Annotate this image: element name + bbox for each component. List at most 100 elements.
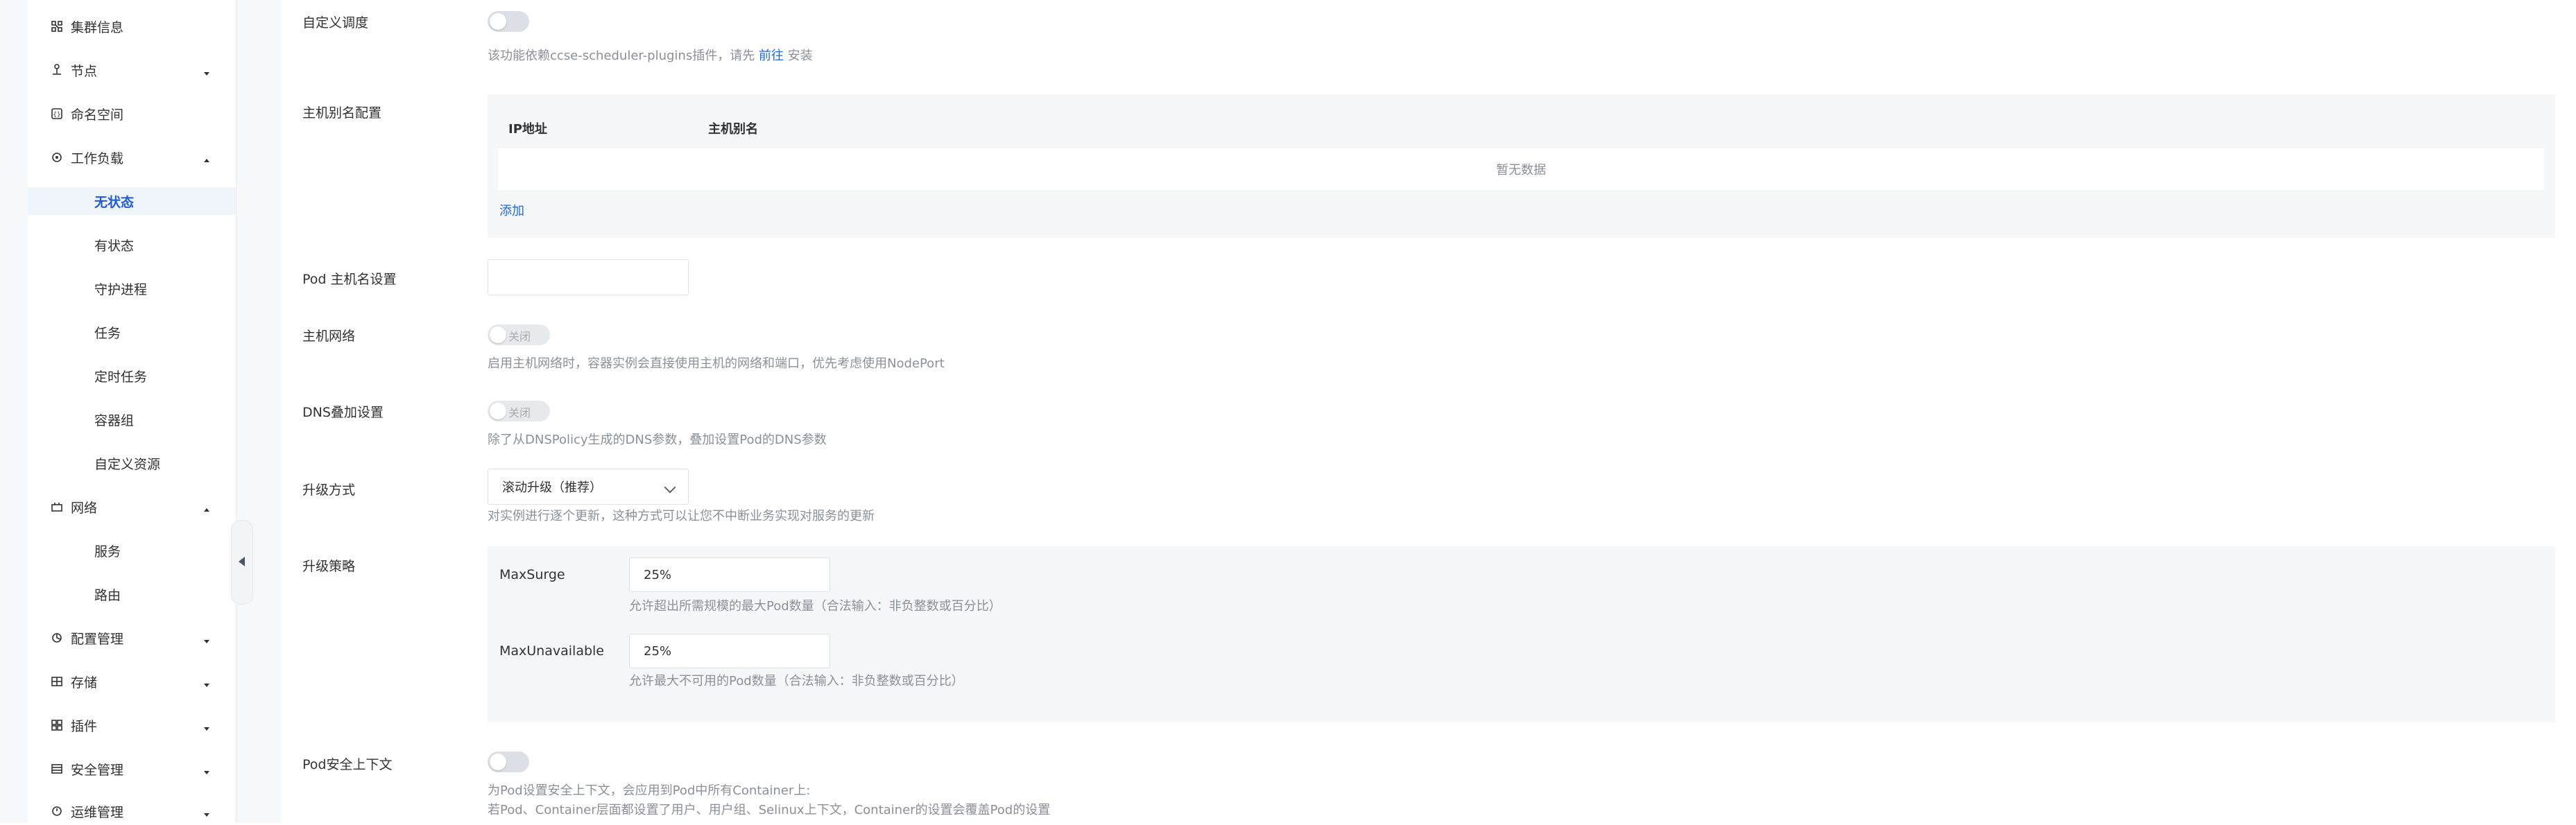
sidebar-subitem-job[interactable]: 任务 [28, 318, 236, 346]
host-alias-label: 主机别名配置 [302, 105, 382, 121]
sidebar-subitem-label: 无状态 [94, 194, 135, 210]
empty-table-row: 暂无数据 [498, 147, 2544, 191]
sidebar-subitem-cronjob[interactable]: 定时任务 [28, 362, 236, 390]
toggle-knob [490, 403, 506, 419]
upgrade-strategy-label: 升级策略 [302, 559, 356, 574]
ops-icon [50, 804, 64, 818]
upgrade-method-hint: 对实例进行逐个更新，这种方式可以让您不中断业务实现对服务的更新 [488, 509, 875, 523]
custom-schedule-hint: 该功能依赖ccse-scheduler-plugins插件，请先 前往 安装 [488, 46, 813, 64]
custom-schedule-label: 自定义调度 [302, 15, 369, 31]
cluster-icon [50, 19, 64, 33]
sidebar-subitem-label: 容器组 [94, 412, 135, 428]
sidebar-item-label: 集群信息 [71, 19, 124, 35]
sidebar-item-config[interactable]: 配置管理 [28, 624, 236, 652]
chevron-up-icon [203, 153, 211, 162]
upgrade-method-select[interactable]: 滚动升级（推荐） [488, 469, 689, 505]
config-icon [50, 631, 64, 645]
security-icon [50, 762, 64, 776]
sidebar-item-namespace[interactable]: {} 命名空间 [28, 100, 236, 128]
max-surge-label: MaxSurge [499, 567, 565, 582]
sidebar-subitem-stateful[interactable]: 有状态 [28, 231, 236, 259]
sidebar-subitem-label: 路由 [94, 587, 121, 603]
chevron-down-icon [203, 765, 211, 774]
namespace-icon: {} [50, 107, 64, 121]
page-left-margin [0, 0, 28, 823]
dns-hint: 除了从DNSPolicy生成的DNS参数，叠加设置Pod的DNS参数 [488, 433, 827, 447]
hint-text: 安装 [783, 49, 813, 63]
chevron-down-icon [203, 634, 211, 643]
sidebar-item-workload[interactable]: 工作负载 [28, 144, 236, 171]
max-surge-input[interactable]: 25% [629, 557, 830, 592]
col-alias-header: 主机别名 [708, 122, 758, 137]
sidebar-subitem-label: 任务 [94, 325, 121, 341]
pod-hostname-label: Pod 主机名设置 [302, 272, 397, 287]
pod-security-toggle[interactable] [488, 752, 529, 772]
chevron-down-icon [203, 721, 211, 731]
install-link[interactable]: 前往 [759, 49, 784, 63]
max-surge-hint: 允许超出所需规模的最大Pod数量（合法输入：非负整数或百分比） [629, 599, 1002, 614]
sidebar-subitem-label: 定时任务 [94, 369, 148, 385]
host-network-hint: 启用主机网络时，容器实例会直接使用主机的网络和端口，优先考虑使用NodePort [488, 356, 945, 371]
dns-label: DNS叠加设置 [302, 405, 384, 420]
max-unavailable-label: MaxUnavailable [499, 643, 604, 659]
pod-security-label: Pod安全上下文 [302, 757, 393, 772]
network-icon [50, 500, 64, 514]
sidebar-item-label: 安全管理 [71, 762, 124, 778]
dns-toggle[interactable]: 关闭 [488, 401, 550, 422]
toggle-state-text: 关闭 [508, 406, 531, 419]
max-unavailable-hint: 允许最大不可用的Pod数量（合法输入：非负整数或百分比） [629, 674, 964, 688]
sidebar-item-label: 节点 [71, 63, 98, 79]
upgrade-method-label: 升级方式 [302, 483, 356, 498]
select-value: 滚动升级（推荐） [502, 480, 602, 495]
sidebar-subitem-daemonset[interactable]: 守护进程 [28, 275, 236, 302]
toggle-knob [490, 13, 506, 30]
sidebar-item-label: 插件 [71, 718, 98, 734]
sidebar-item-network[interactable]: 网络 [28, 493, 236, 521]
sidebar-item-storage[interactable]: 存储 [28, 668, 236, 695]
sidebar-item-label: 网络 [71, 500, 98, 516]
chevron-down-icon [203, 66, 211, 76]
custom-schedule-toggle[interactable] [488, 11, 529, 32]
sidebar-subitem-pod[interactable]: 容器组 [28, 406, 236, 433]
sidebar-item-security[interactable]: 安全管理 [28, 755, 236, 783]
host-network-toggle[interactable]: 关闭 [488, 324, 550, 345]
toggle-knob [490, 327, 506, 343]
sidebar-item-label: 工作负载 [71, 150, 124, 166]
col-ip-header: IP地址 [508, 122, 547, 137]
svg-text:{}: {} [53, 112, 60, 119]
pod-hostname-input[interactable] [488, 259, 689, 295]
collapse-arrow-icon [239, 557, 245, 566]
sidebar-item-plugin[interactable]: 插件 [28, 711, 236, 739]
sidebar: 集群信息 节点 {} 命名空间 工作负载 无状态 有状态 守护进程 任务 定时任… [28, 0, 237, 823]
pod-security-hint-2: 若Pod、Container层面都设置了用户、用户组、Selinux上下文，Co… [488, 803, 1051, 817]
sidebar-subitem-custom-resource[interactable]: 自定义资源 [28, 449, 236, 477]
sidebar-item-cluster-info[interactable]: 集群信息 [28, 12, 236, 40]
sidebar-collapse-handle[interactable] [231, 520, 253, 605]
add-alias-button[interactable]: 添加 [499, 201, 524, 219]
sidebar-subitem-stateless[interactable]: 无状态 [28, 187, 236, 215]
pod-security-hint-1: 为Pod设置安全上下文，会应用到Pod中所有Container上: [488, 783, 811, 798]
toggle-knob [490, 754, 506, 770]
toggle-state-text: 关闭 [508, 330, 531, 343]
sidebar-subitem-label: 自定义资源 [94, 456, 161, 472]
sidebar-item-label: 运维管理 [71, 804, 124, 820]
chevron-up-icon [203, 503, 211, 512]
sidebar-item-node[interactable]: 节点 [28, 56, 236, 84]
plugin-icon [50, 718, 64, 732]
node-icon [50, 63, 64, 77]
sidebar-item-label: 存储 [71, 675, 98, 691]
host-network-label: 主机网络 [302, 329, 356, 344]
sidebar-item-ops[interactable]: 运维管理 [28, 797, 236, 825]
content-gutter [237, 0, 281, 823]
sidebar-subitem-label: 守护进程 [94, 281, 148, 297]
sidebar-subitem-label: 服务 [94, 544, 121, 559]
chevron-down-icon [203, 677, 211, 687]
sidebar-item-label: 命名空间 [71, 107, 124, 123]
hint-text: 该功能依赖ccse-scheduler-plugins插件，请先 [488, 49, 759, 63]
main-form: 自定义调度 该功能依赖ccse-scheduler-plugins插件，请先 前… [282, 0, 2576, 823]
sidebar-subitem-service[interactable]: 服务 [28, 537, 236, 564]
sidebar-subitem-label: 有状态 [94, 238, 135, 254]
sidebar-subitem-route[interactable]: 路由 [28, 580, 236, 608]
storage-icon [50, 675, 64, 688]
max-unavailable-input[interactable]: 25% [629, 634, 830, 668]
